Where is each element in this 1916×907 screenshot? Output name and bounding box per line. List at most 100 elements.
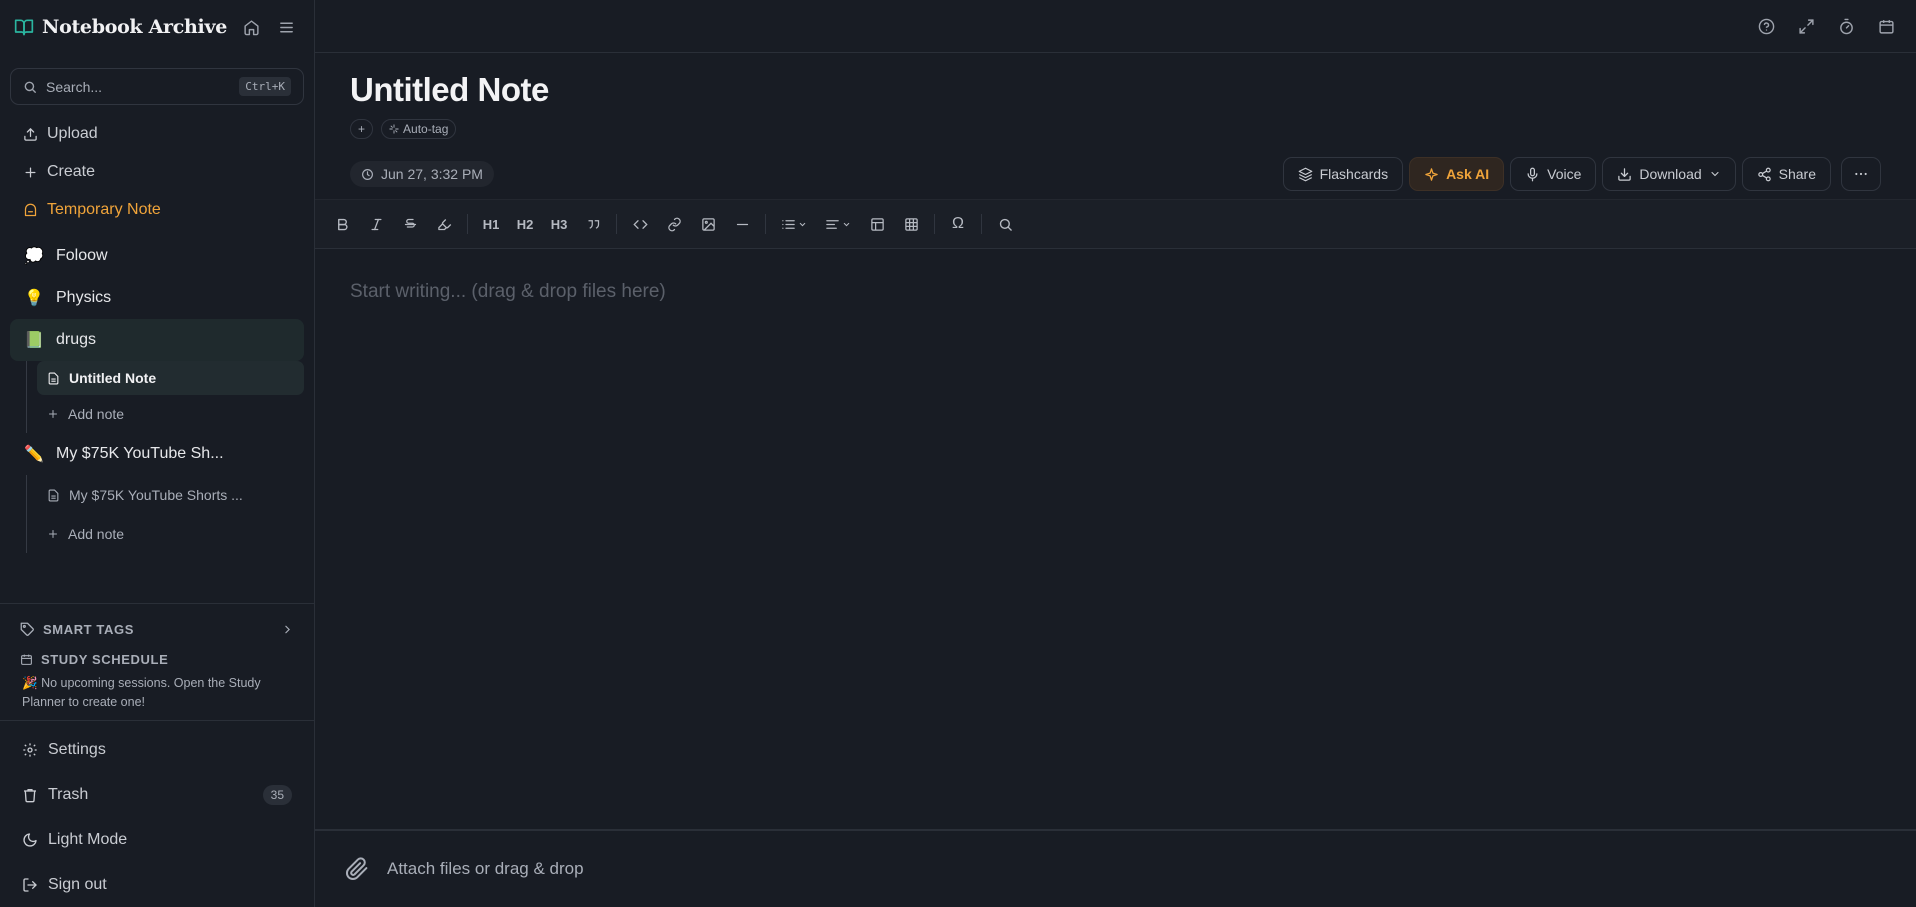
help-button[interactable] bbox=[1752, 12, 1780, 40]
meta-row: Jun 27, 3:32 PM Flashcards Ask AI Voice … bbox=[350, 157, 1881, 191]
notebook-drugs[interactable]: 📗 drugs bbox=[10, 319, 304, 361]
note-item[interactable]: My $75K YouTube Shorts ... bbox=[37, 475, 304, 515]
more-options-button[interactable] bbox=[1841, 157, 1881, 191]
flashcards-button[interactable]: Flashcards bbox=[1282, 157, 1404, 191]
layout-icon bbox=[870, 217, 885, 232]
paperclip-icon[interactable] bbox=[345, 857, 369, 881]
menu-button[interactable] bbox=[272, 13, 300, 41]
code-button[interactable] bbox=[625, 209, 655, 239]
more-horizontal-icon bbox=[1853, 166, 1869, 182]
file-icon bbox=[47, 489, 60, 502]
bold-icon bbox=[335, 217, 350, 232]
home-button[interactable] bbox=[237, 13, 265, 41]
note-date: Jun 27, 3:32 PM bbox=[350, 161, 494, 187]
layout-button[interactable] bbox=[862, 209, 892, 239]
calendar-button[interactable] bbox=[1872, 12, 1900, 40]
brand[interactable]: Notebook Archive bbox=[14, 16, 227, 38]
trash-button[interactable]: Trash 35 bbox=[0, 772, 314, 817]
strikethrough-button[interactable] bbox=[395, 209, 425, 239]
share-button[interactable]: Share bbox=[1741, 157, 1831, 191]
notebook-physics[interactable]: 💡 Physics bbox=[10, 277, 304, 319]
table-icon bbox=[904, 217, 919, 232]
link-button[interactable] bbox=[659, 209, 689, 239]
notebook-youtube-notes: My $75K YouTube Shorts ... Add note bbox=[26, 475, 304, 553]
upload-button[interactable]: Upload bbox=[0, 115, 314, 153]
heading-1-button[interactable]: H1 bbox=[476, 209, 506, 239]
bold-button[interactable] bbox=[327, 209, 357, 239]
editor-area[interactable]: Start writing... (drag & drop files here… bbox=[315, 249, 1916, 829]
search-placeholder: Search... bbox=[46, 78, 103, 95]
notebook-emoji: ✏️ bbox=[24, 446, 44, 463]
table-button[interactable] bbox=[896, 209, 926, 239]
book-icon bbox=[14, 17, 34, 37]
settings-label: Settings bbox=[48, 740, 106, 758]
add-tag-button[interactable]: + bbox=[350, 119, 374, 139]
chevron-down-icon bbox=[1709, 168, 1721, 180]
download-button[interactable]: Download bbox=[1602, 157, 1736, 191]
smart-tags-section: SMART TAGS STUDY SCHEDULE 🎉 No upcoming … bbox=[0, 603, 314, 720]
horizontal-rule-icon bbox=[735, 217, 750, 232]
search-box[interactable]: Search... Ctrl+K bbox=[10, 68, 304, 105]
add-note-button[interactable]: Add note bbox=[37, 395, 304, 433]
notebook-youtube[interactable]: ✏️ My $75K YouTube Sh... bbox=[10, 433, 304, 475]
temporary-note-label: Temporary Note bbox=[47, 201, 161, 218]
list-dropdown[interactable] bbox=[774, 209, 814, 239]
auto-tag-label: Auto-tag bbox=[403, 122, 449, 136]
attach-bar[interactable]: Attach files or drag & drop bbox=[315, 829, 1916, 907]
gear-icon bbox=[22, 742, 38, 758]
calendar-icon bbox=[20, 653, 33, 666]
notebook-emoji: 💭 bbox=[24, 248, 44, 265]
link-icon bbox=[667, 217, 682, 232]
note-item[interactable]: Untitled Note bbox=[37, 361, 304, 395]
sign-out-label: Sign out bbox=[48, 875, 107, 893]
settings-button[interactable]: Settings bbox=[0, 727, 314, 772]
note-title[interactable]: Untitled Note bbox=[350, 71, 1881, 109]
fullscreen-button[interactable] bbox=[1792, 12, 1820, 40]
menu-icon bbox=[278, 19, 295, 36]
temp-note-icon bbox=[23, 203, 38, 218]
file-icon bbox=[47, 372, 60, 385]
top-bar bbox=[315, 0, 1916, 53]
create-button[interactable]: Create bbox=[0, 153, 314, 191]
upload-label: Upload bbox=[47, 125, 98, 142]
image-button[interactable] bbox=[693, 209, 723, 239]
auto-tag-button[interactable]: Auto-tag bbox=[381, 119, 457, 139]
align-dropdown[interactable] bbox=[818, 209, 858, 239]
tag-row: + Auto-tag bbox=[350, 119, 1881, 139]
upload-icon bbox=[23, 127, 38, 142]
heading-2-button[interactable]: H2 bbox=[510, 209, 540, 239]
special-character-button[interactable]: Ω bbox=[943, 209, 973, 239]
calendar-icon bbox=[1878, 18, 1895, 35]
study-schedule-label: STUDY SCHEDULE bbox=[41, 651, 169, 667]
voice-label: Voice bbox=[1547, 166, 1582, 182]
study-schedule-header: STUDY SCHEDULE bbox=[20, 644, 294, 674]
clock-icon bbox=[361, 168, 374, 181]
highlight-button[interactable] bbox=[429, 209, 459, 239]
share-label: Share bbox=[1778, 166, 1816, 182]
timer-button[interactable] bbox=[1832, 12, 1860, 40]
find-button[interactable] bbox=[990, 209, 1020, 239]
notebook-name: drugs bbox=[56, 331, 97, 348]
temporary-note-button[interactable]: Temporary Note bbox=[0, 191, 314, 229]
highlighter-icon bbox=[437, 217, 452, 232]
voice-button[interactable]: Voice bbox=[1510, 157, 1597, 191]
party-emoji: 🎉 bbox=[22, 676, 38, 690]
light-mode-toggle[interactable]: Light Mode bbox=[0, 817, 314, 862]
sign-out-button[interactable]: Sign out bbox=[0, 862, 314, 907]
trash-icon bbox=[22, 787, 38, 803]
ask-ai-button[interactable]: Ask AI bbox=[1409, 157, 1505, 191]
light-mode-label: Light Mode bbox=[48, 830, 128, 848]
quote-button[interactable] bbox=[578, 209, 608, 239]
heading-3-button[interactable]: H3 bbox=[544, 209, 574, 239]
plus-icon bbox=[47, 408, 59, 420]
trash-count-badge: 35 bbox=[262, 784, 292, 805]
italic-button[interactable] bbox=[361, 209, 391, 239]
notebook-foloow[interactable]: 💭 Foloow bbox=[10, 235, 304, 277]
add-note-button[interactable]: Add note bbox=[37, 515, 304, 553]
smart-tags-toggle[interactable]: SMART TAGS bbox=[20, 614, 294, 644]
divider-button[interactable] bbox=[727, 209, 757, 239]
trash-label: Trash bbox=[48, 785, 89, 803]
study-schedule-message: 🎉 No upcoming sessions. Open the Study P… bbox=[22, 676, 261, 709]
layers-icon bbox=[1298, 167, 1313, 182]
moon-icon bbox=[22, 832, 38, 848]
